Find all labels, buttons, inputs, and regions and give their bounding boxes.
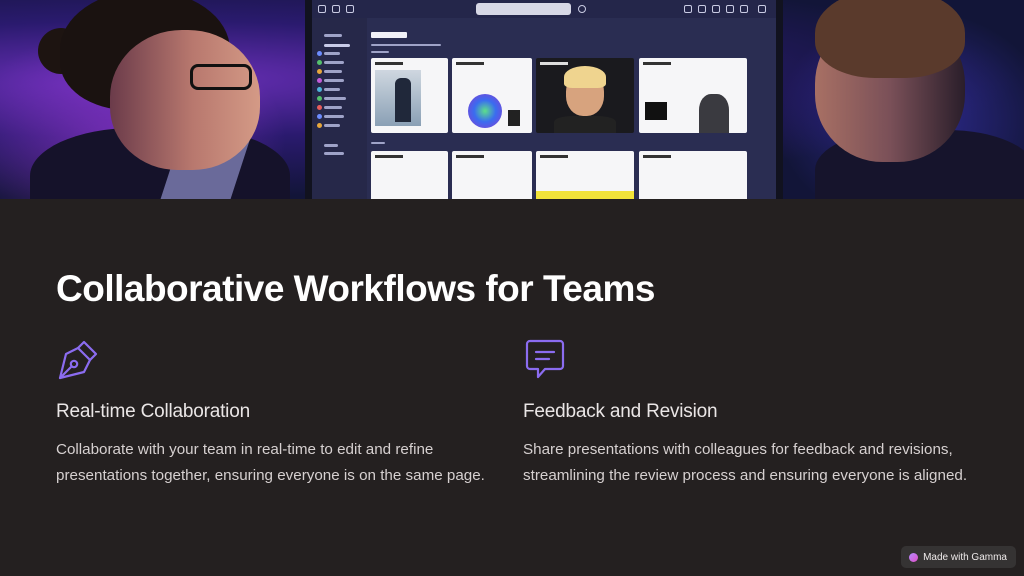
app-heading bbox=[371, 32, 407, 38]
feature-description: Collaborate with your team in real-time … bbox=[56, 441, 485, 484]
monitor-app-screenshot bbox=[312, 0, 776, 199]
feature-heading: Real-time Collaboration bbox=[56, 401, 250, 422]
app-search-bar bbox=[476, 3, 571, 15]
gamma-logo-icon bbox=[909, 552, 919, 562]
pen-nib-icon bbox=[58, 340, 98, 380]
badge-label: Made with Gamma bbox=[923, 551, 1007, 563]
feature-feedback-and-revision: Feedback and Revision Share presentation… bbox=[523, 338, 973, 489]
person-left-silhouette bbox=[20, 0, 290, 199]
feature-real-time-collaboration: Real-time Collaboration Collaborate with… bbox=[56, 338, 506, 489]
hero-photo bbox=[0, 0, 1024, 199]
slide-title: Collaborative Workflows for Teams bbox=[56, 268, 655, 309]
made-with-gamma-badge[interactable]: Made with Gamma bbox=[901, 546, 1016, 568]
feature-heading: Feedback and Revision bbox=[523, 401, 718, 422]
person-right-silhouette bbox=[775, 0, 1024, 199]
chat-bubble-icon bbox=[525, 339, 565, 379]
feature-description: Share presentations with colleagues for … bbox=[523, 441, 968, 484]
app-sidebar bbox=[312, 18, 367, 199]
